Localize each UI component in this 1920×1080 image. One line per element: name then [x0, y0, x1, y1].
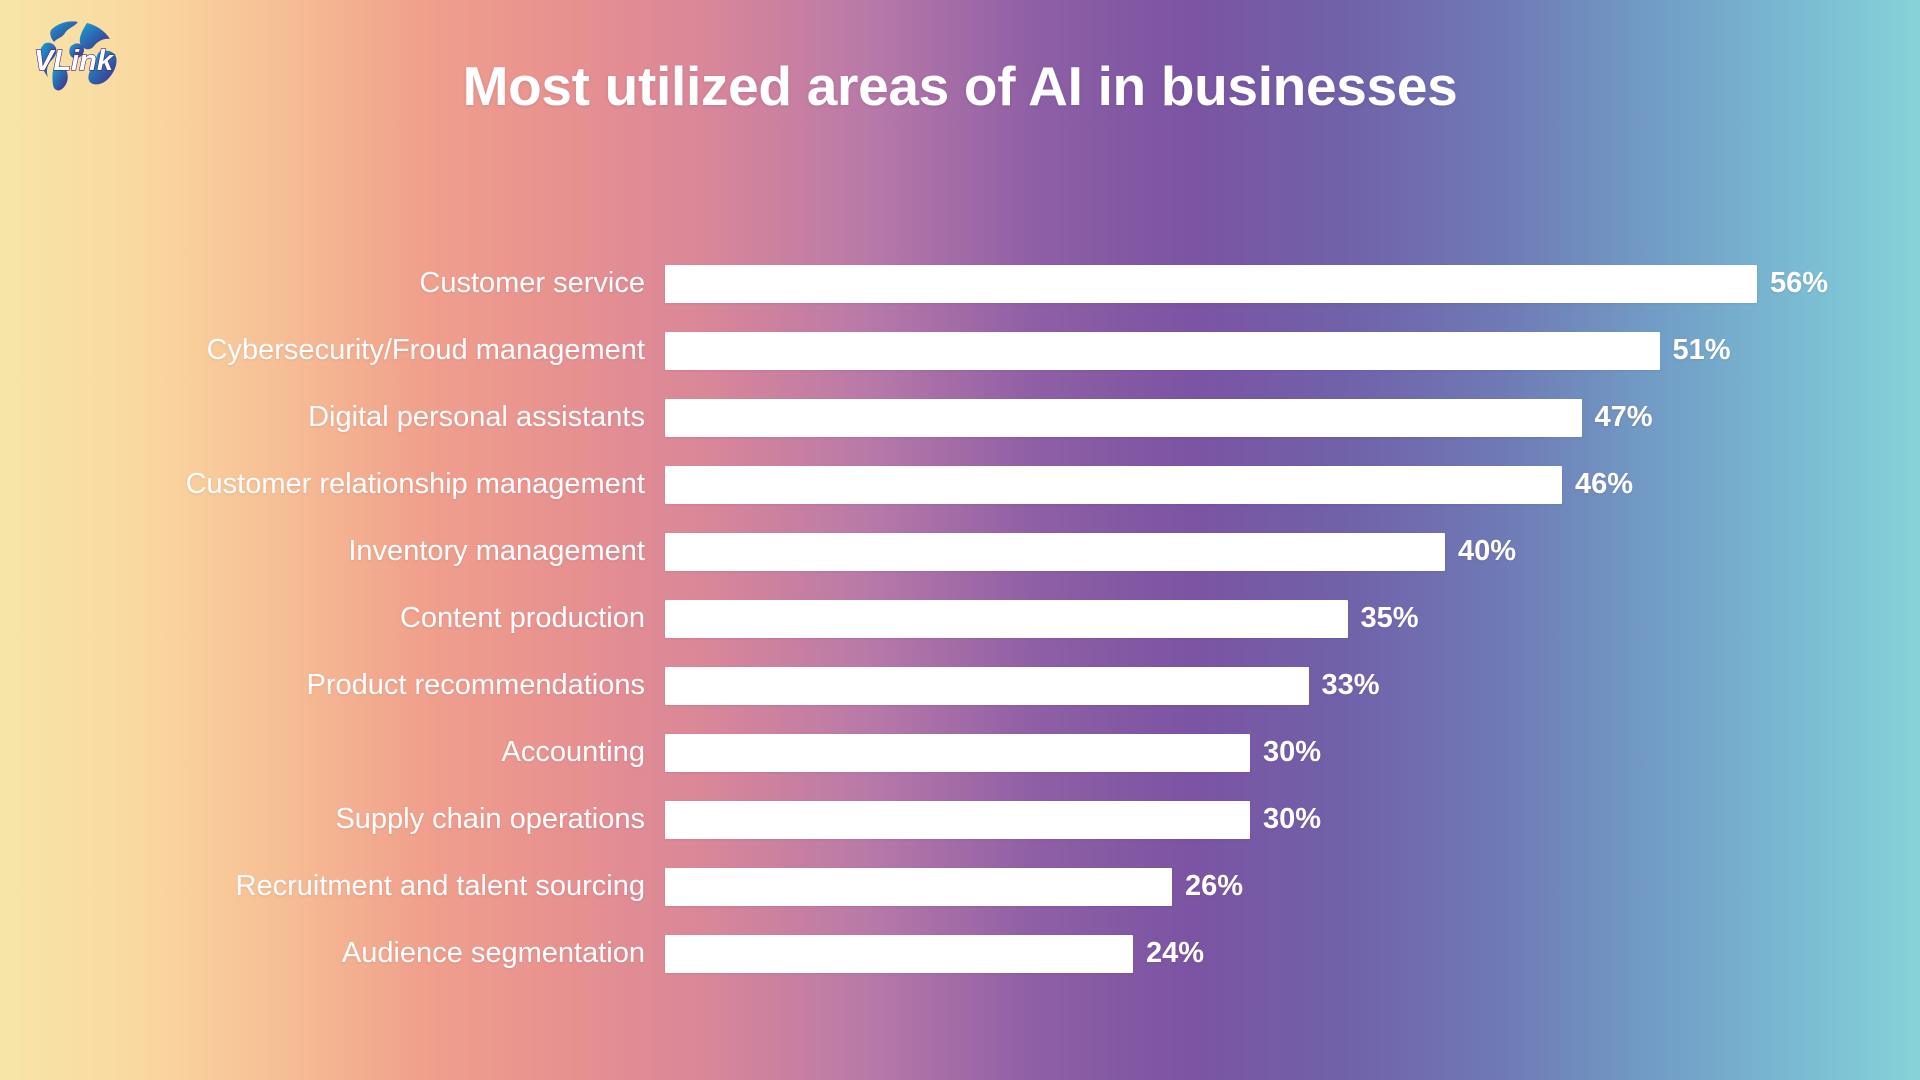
- bar: [665, 532, 1445, 571]
- bar: [665, 264, 1757, 303]
- category-label: Cybersecurity/Froud management: [206, 334, 645, 366]
- category-label: Product recommendations: [306, 669, 646, 701]
- chart-row: Cybersecurity/Froud management 51%: [0, 317, 1920, 384]
- bar-chart: Customer service 56% Cybersecurity/Froud m…: [0, 250, 1920, 987]
- bar: [665, 465, 1562, 504]
- bar-track: 56%: [665, 250, 1920, 317]
- bar-track: 40%: [665, 518, 1920, 585]
- value-label: 30%: [1263, 803, 1322, 835]
- page-title: Most utilized areas of AI in businesses: [462, 55, 1458, 117]
- bar: [665, 666, 1309, 705]
- bar-track: 30%: [665, 786, 1920, 853]
- value-label: 24%: [1146, 937, 1205, 969]
- bar: [665, 398, 1582, 437]
- bar-track: 47%: [665, 384, 1920, 451]
- category-label: Recruitment and talent sourcing: [235, 870, 645, 902]
- chart-row: Customer relationship management 46%: [0, 451, 1920, 518]
- bar: [665, 800, 1250, 839]
- value-label: 35%: [1360, 602, 1419, 634]
- bar-track: 24%: [665, 920, 1920, 987]
- value-label: 47%: [1594, 401, 1653, 433]
- chart-row: Product recommendations 33%: [0, 652, 1920, 719]
- bar: [665, 599, 1348, 638]
- category-label: Digital personal assistants: [308, 401, 645, 433]
- bar-track: 35%: [665, 585, 1920, 652]
- category-label: Audience segmentation: [341, 937, 645, 969]
- chart-row: Content production 35%: [0, 585, 1920, 652]
- bar-track: 46%: [665, 451, 1920, 518]
- bar-track: 33%: [665, 652, 1920, 719]
- bar: [665, 867, 1172, 906]
- category-label: Customer service: [419, 267, 645, 299]
- chart-row: Supply chain operations 30%: [0, 786, 1920, 853]
- bar: [665, 331, 1660, 370]
- chart-row: Accounting 30%: [0, 719, 1920, 786]
- category-label: Customer relationship management: [185, 468, 645, 500]
- category-label: Supply chain operations: [335, 803, 645, 835]
- chart-row: Audience segmentation 24%: [0, 920, 1920, 987]
- bar: [665, 733, 1250, 772]
- value-label: 40%: [1458, 535, 1517, 567]
- category-label: Content production: [399, 602, 645, 634]
- chart-row: Digital personal assistants 47%: [0, 384, 1920, 451]
- bar: [665, 934, 1133, 973]
- chart-row: Customer service 56%: [0, 250, 1920, 317]
- value-label: 51%: [1672, 334, 1731, 366]
- chart-row: Inventory management 40%: [0, 518, 1920, 585]
- chart-row: Recruitment and talent sourcing 26%: [0, 853, 1920, 920]
- value-label: 33%: [1321, 669, 1380, 701]
- bar-track: 26%: [665, 853, 1920, 920]
- value-label: 30%: [1263, 736, 1322, 768]
- value-label: 56%: [1770, 267, 1829, 299]
- category-label: Accounting: [501, 736, 646, 768]
- value-label: 46%: [1575, 468, 1634, 500]
- value-label: 26%: [1185, 870, 1244, 902]
- bar-track: 51%: [665, 317, 1920, 384]
- bar-track: 30%: [665, 719, 1920, 786]
- category-label: Inventory management: [348, 535, 645, 567]
